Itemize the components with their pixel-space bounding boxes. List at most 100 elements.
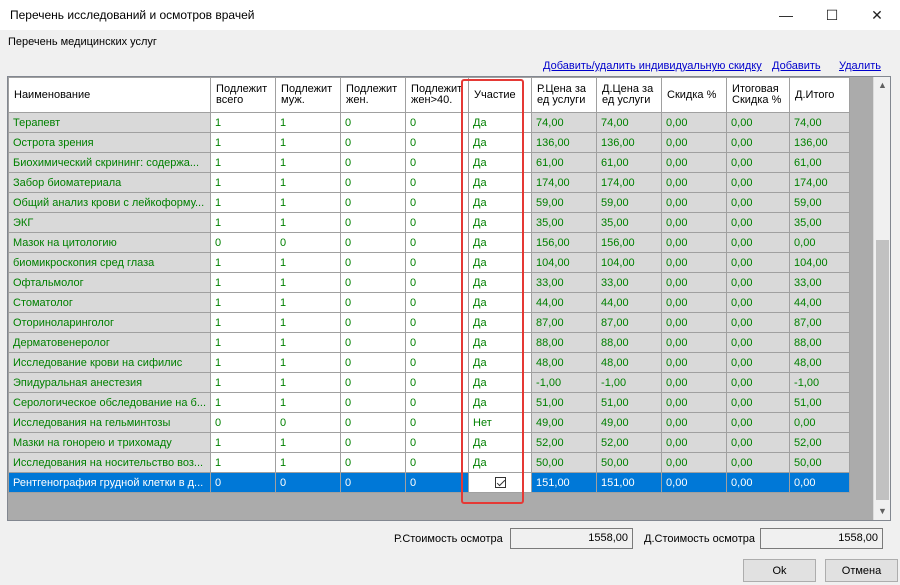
table-row[interactable]: Забор биоматериала 1 1 0 0 Да 174,00 174,00 0,00… <box>8 172 851 193</box>
table-row[interactable]: Стоматолог 1 1 0 0 Да 44,00 44,00 0,00 0,00 44,00 <box>8 292 851 313</box>
participation-cell[interactable]: Да <box>468 172 533 193</box>
table-row[interactable]: Мазки на гонорею и трихомаду 1 1 0 0 Да 52,00 5… <box>8 432 851 453</box>
column-header[interactable]: Д.Цена за ед услуги <box>596 77 663 113</box>
participation-cell[interactable]: Да <box>468 292 533 313</box>
table-row[interactable]: Исследования на носительство воз... 1 1 0 0 Д… <box>8 452 851 473</box>
table-cell: 1 <box>275 372 342 393</box>
table-cell: 44,00 <box>531 292 598 313</box>
participation-cell[interactable]: Да <box>468 432 533 453</box>
selected-table-row[interactable]: Рентгенография грудной клетки в д... 0 0 0 0… <box>8 472 851 493</box>
table-cell: 51,00 <box>531 392 598 413</box>
participation-cell[interactable]: Да <box>468 112 533 133</box>
table-cell: Мазок на цитологию <box>8 232 212 253</box>
participation-cell[interactable]: Да <box>468 372 533 393</box>
table-row[interactable]: Дерматовенеролог 1 1 0 0 Да 88,00 88,00 0,00 0,00… <box>8 332 851 353</box>
table-cell: 0,00 <box>726 472 791 493</box>
table-cell: 156,00 <box>596 232 663 253</box>
scroll-down-icon[interactable]: ▼ <box>874 503 891 520</box>
column-header[interactable]: Подлежит жен>40. <box>405 77 470 113</box>
column-header[interactable]: Подлежит жен. <box>340 77 407 113</box>
cancel-button[interactable]: Отмена <box>825 559 898 582</box>
column-header[interactable]: Подлежит муж. <box>275 77 342 113</box>
maximize-button[interactable]: ☐ <box>809 0 855 30</box>
column-header[interactable]: Д.Итого <box>789 77 851 113</box>
participation-cell[interactable]: Да <box>468 332 533 353</box>
table-cell: 0 <box>210 472 277 493</box>
table-row[interactable]: Оториноларинголог 1 1 0 0 Да 87,00 87,00 0,00 0,0… <box>8 312 851 333</box>
table-cell: 0 <box>405 112 470 133</box>
table-row[interactable]: Офтальмолог 1 1 0 0 Да 33,00 33,00 0,00 0,00 33,00 <box>8 272 851 293</box>
column-header[interactable]: Подлежит всего <box>210 77 277 113</box>
table-cell: 1 <box>275 332 342 353</box>
table-cell: 0,00 <box>661 132 728 153</box>
table-row[interactable]: Исследования на гельминтозы 0 0 0 0 Нет 49,00 4… <box>8 412 851 433</box>
checkbox-icon[interactable] <box>494 476 506 488</box>
table-cell: Исследования на носительство воз... <box>8 452 212 473</box>
column-header[interactable]: Участие <box>468 77 533 113</box>
table-row[interactable]: Биохимический скрининг: содержа... 1 1 0 0 Да… <box>8 152 851 173</box>
table-cell: 0 <box>405 212 470 233</box>
participation-cell[interactable]: Нет <box>468 412 533 433</box>
services-grid[interactable]: Наименование Подлежит всего Подлежит муж. П… <box>7 76 891 521</box>
table-row[interactable]: Эпидуральная анестезия 1 1 0 0 Да -1,00 -1,00 0,… <box>8 372 851 393</box>
table-cell: 0 <box>340 192 407 213</box>
table-row[interactable]: Серологическое обследование на б... 1 1 0 0 Д… <box>8 392 851 413</box>
scrollbar-thumb[interactable] <box>876 240 889 500</box>
table-cell: 151,00 <box>596 472 663 493</box>
table-cell: 0 <box>210 412 277 433</box>
table-cell: 1 <box>275 292 342 313</box>
minimize-button[interactable]: — <box>763 0 809 30</box>
participation-cell[interactable]: Да <box>468 312 533 333</box>
table-row[interactable]: Общий анализ крови с лейкоформу... 1 1 0 0 Да… <box>8 192 851 213</box>
d-cost-label: Д.Стоимость осмотра <box>644 533 755 545</box>
participation-cell[interactable]: Да <box>468 392 533 413</box>
table-cell: 0,00 <box>661 332 728 353</box>
column-header[interactable]: Наименование <box>8 77 212 113</box>
table-cell: 174,00 <box>531 172 598 193</box>
table-cell: 1 <box>210 272 277 293</box>
table-cell: 0 <box>275 472 342 493</box>
table-cell: 52,00 <box>596 432 663 453</box>
discount-link[interactable]: Добавить/удалить индивидуальную скидку <box>543 60 762 72</box>
vertical-scrollbar[interactable]: ▲ ▼ <box>873 77 890 520</box>
table-cell: 52,00 <box>531 432 598 453</box>
table-cell: 1 <box>210 292 277 313</box>
table-cell: 1 <box>210 192 277 213</box>
participation-cell[interactable]: Да <box>468 192 533 213</box>
table-row[interactable]: Терапевт 1 1 0 0 Да 74,00 74,00 0,00 0,00 74,00 <box>8 112 851 133</box>
participation-cell[interactable]: Да <box>468 452 533 473</box>
participation-cell[interactable]: Да <box>468 232 533 253</box>
table-cell: 1 <box>275 312 342 333</box>
scroll-up-icon[interactable]: ▲ <box>874 77 891 94</box>
ok-button[interactable]: Ok <box>743 559 816 582</box>
table-cell: 104,00 <box>789 252 851 273</box>
table-cell: -1,00 <box>789 372 851 393</box>
table-cell: 0 <box>405 152 470 173</box>
table-cell: 0 <box>340 332 407 353</box>
participation-cell[interactable]: Да <box>468 272 533 293</box>
table-cell: 87,00 <box>789 312 851 333</box>
table-row[interactable]: Исследование крови на сифилис 1 1 0 0 Да 48,00… <box>8 352 851 373</box>
table-row[interactable]: Мазок на цитологию 0 0 0 0 Да 156,00 156,00 0,00… <box>8 232 851 253</box>
table-cell: 0,00 <box>726 272 791 293</box>
table-cell: 1 <box>275 212 342 233</box>
participation-cell[interactable]: Да <box>468 212 533 233</box>
add-link[interactable]: Добавить <box>772 60 821 72</box>
table-row[interactable]: Острота зрения 1 1 0 0 Да 136,00 136,00 0,00 0,00… <box>8 132 851 153</box>
close-button[interactable]: ✕ <box>854 0 900 30</box>
table-row[interactable]: ЭКГ 1 1 0 0 Да 35,00 35,00 0,00 0,00 35,00 <box>8 212 851 233</box>
participation-cell[interactable]: Да <box>468 152 533 173</box>
participation-cell[interactable]: Да <box>468 252 533 273</box>
table-cell: 87,00 <box>531 312 598 333</box>
participation-cell[interactable]: Да <box>468 352 533 373</box>
column-header[interactable]: Итоговая Скидка % <box>726 77 791 113</box>
delete-link[interactable]: Удалить <box>839 60 881 72</box>
table-cell: Острота зрения <box>8 132 212 153</box>
table-cell: 74,00 <box>789 112 851 133</box>
table-row[interactable]: биомикроскопия сред глаза 1 1 0 0 Да 104,00 104… <box>8 252 851 273</box>
column-header[interactable]: Скидка % <box>661 77 728 113</box>
participation-cell[interactable]: Да <box>468 132 533 153</box>
section-title: Перечень медицинских услуг <box>8 36 157 48</box>
column-header[interactable]: Р.Цена за ед услуги <box>531 77 598 113</box>
participation-checkbox[interactable] <box>468 472 533 493</box>
